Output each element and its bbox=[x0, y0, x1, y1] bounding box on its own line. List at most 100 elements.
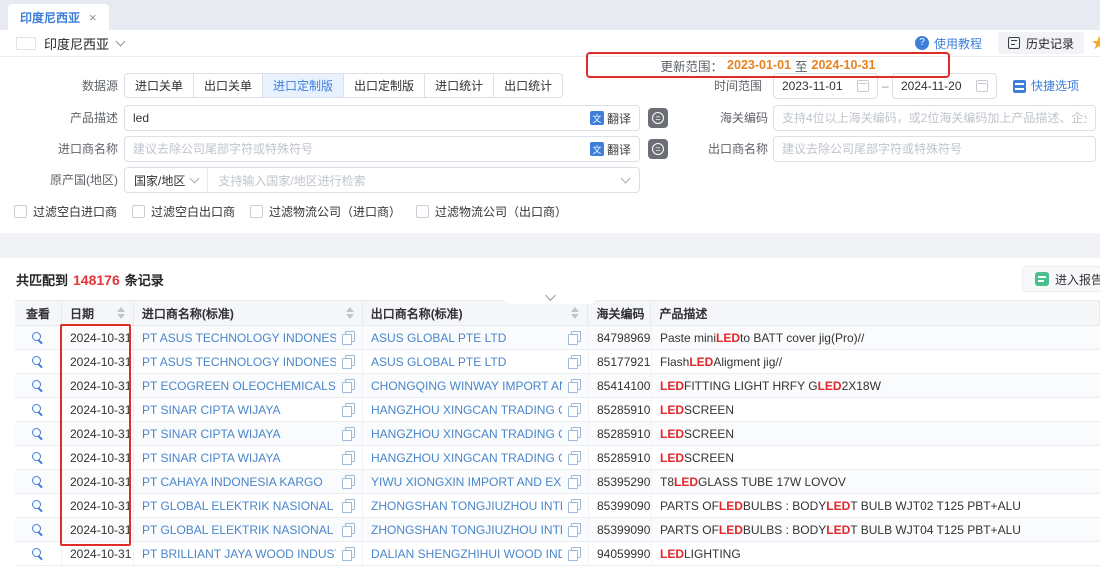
exporter-link[interactable]: HANGZHOU XINGCAN TRADING CO LTD bbox=[371, 403, 562, 417]
checkbox-icon[interactable] bbox=[132, 205, 145, 218]
filter-checkbox-4[interactable]: 过滤物流公司（出口商） bbox=[416, 203, 567, 220]
copy-icon[interactable] bbox=[342, 523, 354, 536]
origin-country-select[interactable]: 国家/地区 支持输入国家/地区进行检索 bbox=[124, 167, 640, 193]
enter-report-button[interactable]: 进入报告 bbox=[1022, 266, 1100, 292]
tab-title: 印度尼西亚 bbox=[20, 9, 80, 26]
copy-icon[interactable] bbox=[342, 499, 354, 512]
exporter-link[interactable]: HANGZHOU XINGCAN TRADING CO LTD bbox=[371, 451, 562, 465]
copy-icon[interactable] bbox=[568, 403, 580, 416]
exporter-cell: HANGZHOU XINGCAN TRADING CO LTD bbox=[363, 446, 589, 469]
exporter-link[interactable]: YIWU XIONGXIN IMPORT AND EXPORT... bbox=[371, 475, 562, 489]
filter-checkbox-1[interactable]: 过滤空白进口商 bbox=[14, 203, 117, 220]
copy-icon[interactable] bbox=[568, 451, 580, 464]
exporter-link[interactable]: ASUS GLOBAL PTE LTD bbox=[371, 355, 562, 369]
view-record-icon[interactable] bbox=[32, 452, 44, 464]
origin-type-dropdown[interactable]: 国家/地区 bbox=[125, 168, 208, 192]
copy-icon[interactable] bbox=[342, 547, 354, 560]
data-source-tab-2[interactable]: 出口关单 bbox=[193, 73, 263, 98]
product-desc-cell: Paste miniLED to BATT cover jig(Pro)// bbox=[652, 326, 1100, 349]
view-record-icon[interactable] bbox=[32, 380, 44, 392]
importer-link[interactable]: PT SINAR CIPTA WIJAYA bbox=[142, 451, 336, 465]
column-header-4[interactable]: 出口商名称(标准) bbox=[363, 301, 589, 325]
copy-icon[interactable] bbox=[568, 379, 580, 392]
importer-link[interactable]: PT BRILLIANT JAYA WOOD INDUSTRY bbox=[142, 547, 336, 561]
copy-icon[interactable] bbox=[342, 451, 354, 464]
checkbox-icon[interactable] bbox=[416, 205, 429, 218]
copy-icon[interactable] bbox=[568, 355, 580, 368]
filter-checkbox-2[interactable]: 过滤空白出口商 bbox=[132, 203, 235, 220]
copy-icon[interactable] bbox=[568, 523, 580, 536]
exporter-link[interactable]: ZHONGSHAN TONGJIUZHOU INTERNA... bbox=[371, 523, 562, 537]
copy-icon[interactable] bbox=[342, 403, 354, 416]
product-desc-cell: Flash LED Aligment jig// bbox=[652, 350, 1100, 373]
table-row: 2024-10-31PT ASUS TECHNOLOGY INDONESIA B… bbox=[15, 350, 1100, 374]
copy-icon[interactable] bbox=[568, 547, 580, 560]
copy-icon[interactable] bbox=[342, 475, 354, 488]
hs-code-cell: 85285910 bbox=[589, 422, 652, 445]
copy-icon[interactable] bbox=[568, 499, 580, 512]
data-source-tab-3[interactable]: 进口定制版 bbox=[262, 73, 344, 98]
importer-link[interactable]: PT GLOBAL ELEKTRIK NASIONAL bbox=[142, 523, 336, 537]
filter-checkbox-3[interactable]: 过滤物流公司（进口商） bbox=[250, 203, 401, 220]
sort-icon[interactable] bbox=[565, 307, 579, 319]
importer-link[interactable]: PT SINAR CIPTA WIJAYA bbox=[142, 403, 336, 417]
tab-indonesia[interactable]: 印度尼西亚 × bbox=[8, 4, 109, 30]
copy-icon[interactable] bbox=[568, 427, 580, 440]
exporter-link[interactable]: ASUS GLOBAL PTE LTD bbox=[371, 331, 562, 345]
importer-link[interactable]: PT GLOBAL ELEKTRIK NASIONAL bbox=[142, 499, 336, 513]
importer-link[interactable]: PT CAHAYA INDONESIA KARGO bbox=[142, 475, 336, 489]
exporter-link[interactable]: CHONGQING WINWAY IMPORT AND E... bbox=[371, 379, 562, 393]
view-record-icon[interactable] bbox=[32, 548, 44, 560]
exact-match-button[interactable]: = bbox=[648, 108, 668, 128]
copy-icon[interactable] bbox=[342, 355, 354, 368]
exact-match-button[interactable]: = bbox=[648, 139, 668, 159]
collapse-form-handle[interactable] bbox=[502, 290, 598, 304]
country-chevron-down-icon[interactable] bbox=[116, 37, 126, 47]
importer-link[interactable]: PT ECOGREEN OLEOCHEMICALS bbox=[142, 379, 336, 393]
view-record-icon[interactable] bbox=[32, 428, 44, 440]
copy-icon[interactable] bbox=[342, 427, 354, 440]
copy-icon[interactable] bbox=[568, 475, 580, 488]
checkbox-icon[interactable] bbox=[14, 205, 27, 218]
exporter-input[interactable] bbox=[782, 142, 1087, 156]
importer-link[interactable]: PT SINAR CIPTA WIJAYA bbox=[142, 427, 336, 441]
view-record-icon[interactable] bbox=[32, 332, 44, 344]
view-record-icon[interactable] bbox=[32, 404, 44, 416]
checkbox-icon[interactable] bbox=[250, 205, 263, 218]
translate-button[interactable]: 文 翻译 bbox=[590, 110, 631, 127]
hs-code-cell: 85395290 bbox=[589, 470, 652, 493]
translate-button[interactable]: 文 翻译 bbox=[590, 141, 631, 158]
importer-cell: PT CAHAYA INDONESIA KARGO bbox=[134, 470, 363, 493]
tutorial-link[interactable]: ? 使用教程 bbox=[915, 35, 982, 52]
exporter-link[interactable]: ZHONGSHAN TONGJIUZHOU INTERNA... bbox=[371, 499, 562, 513]
product-desc-input[interactable] bbox=[133, 111, 584, 125]
table-row: 2024-10-31PT CAHAYA INDONESIA KARGOYIWU … bbox=[15, 470, 1100, 494]
sort-icon[interactable] bbox=[111, 307, 125, 319]
hs-code-input[interactable] bbox=[782, 111, 1087, 125]
view-record-icon[interactable] bbox=[32, 476, 44, 488]
history-button[interactable]: 历史记录 bbox=[998, 32, 1084, 54]
date-to-value: 2024-11-20 bbox=[901, 79, 976, 93]
exporter-link[interactable]: DALIAN SHENGZHIHUI WOOD INDUST... bbox=[371, 547, 562, 561]
quick-options-link[interactable]: 快捷选项 bbox=[1013, 73, 1079, 99]
column-header-3[interactable]: 进口商名称(标准) bbox=[134, 301, 363, 325]
data-source-tab-6[interactable]: 出口统计 bbox=[493, 73, 563, 98]
favorite-star-icon[interactable]: ★ bbox=[1091, 33, 1100, 54]
view-record-icon[interactable] bbox=[32, 356, 44, 368]
product-desc-cell: LED LIGHTING bbox=[652, 542, 1100, 565]
copy-icon[interactable] bbox=[342, 331, 354, 344]
copy-icon[interactable] bbox=[568, 331, 580, 344]
exporter-link[interactable]: HANGZHOU XINGCAN TRADING CO LTD bbox=[371, 427, 562, 441]
importer-link[interactable]: PT ASUS TECHNOLOGY INDONESIA BA... bbox=[142, 331, 336, 345]
tab-close-icon[interactable]: × bbox=[89, 10, 97, 25]
data-source-tab-5[interactable]: 进口统计 bbox=[424, 73, 494, 98]
copy-icon[interactable] bbox=[342, 379, 354, 392]
column-header-2[interactable]: 日期 bbox=[62, 301, 134, 325]
importer-link[interactable]: PT ASUS TECHNOLOGY INDONESIA BA... bbox=[142, 355, 336, 369]
sort-icon[interactable] bbox=[340, 307, 354, 319]
importer-input[interactable] bbox=[133, 142, 584, 156]
view-record-icon[interactable] bbox=[32, 524, 44, 536]
data-source-tab-4[interactable]: 出口定制版 bbox=[343, 73, 425, 98]
view-record-icon[interactable] bbox=[32, 500, 44, 512]
data-source-tab-1[interactable]: 进口关单 bbox=[124, 73, 194, 98]
